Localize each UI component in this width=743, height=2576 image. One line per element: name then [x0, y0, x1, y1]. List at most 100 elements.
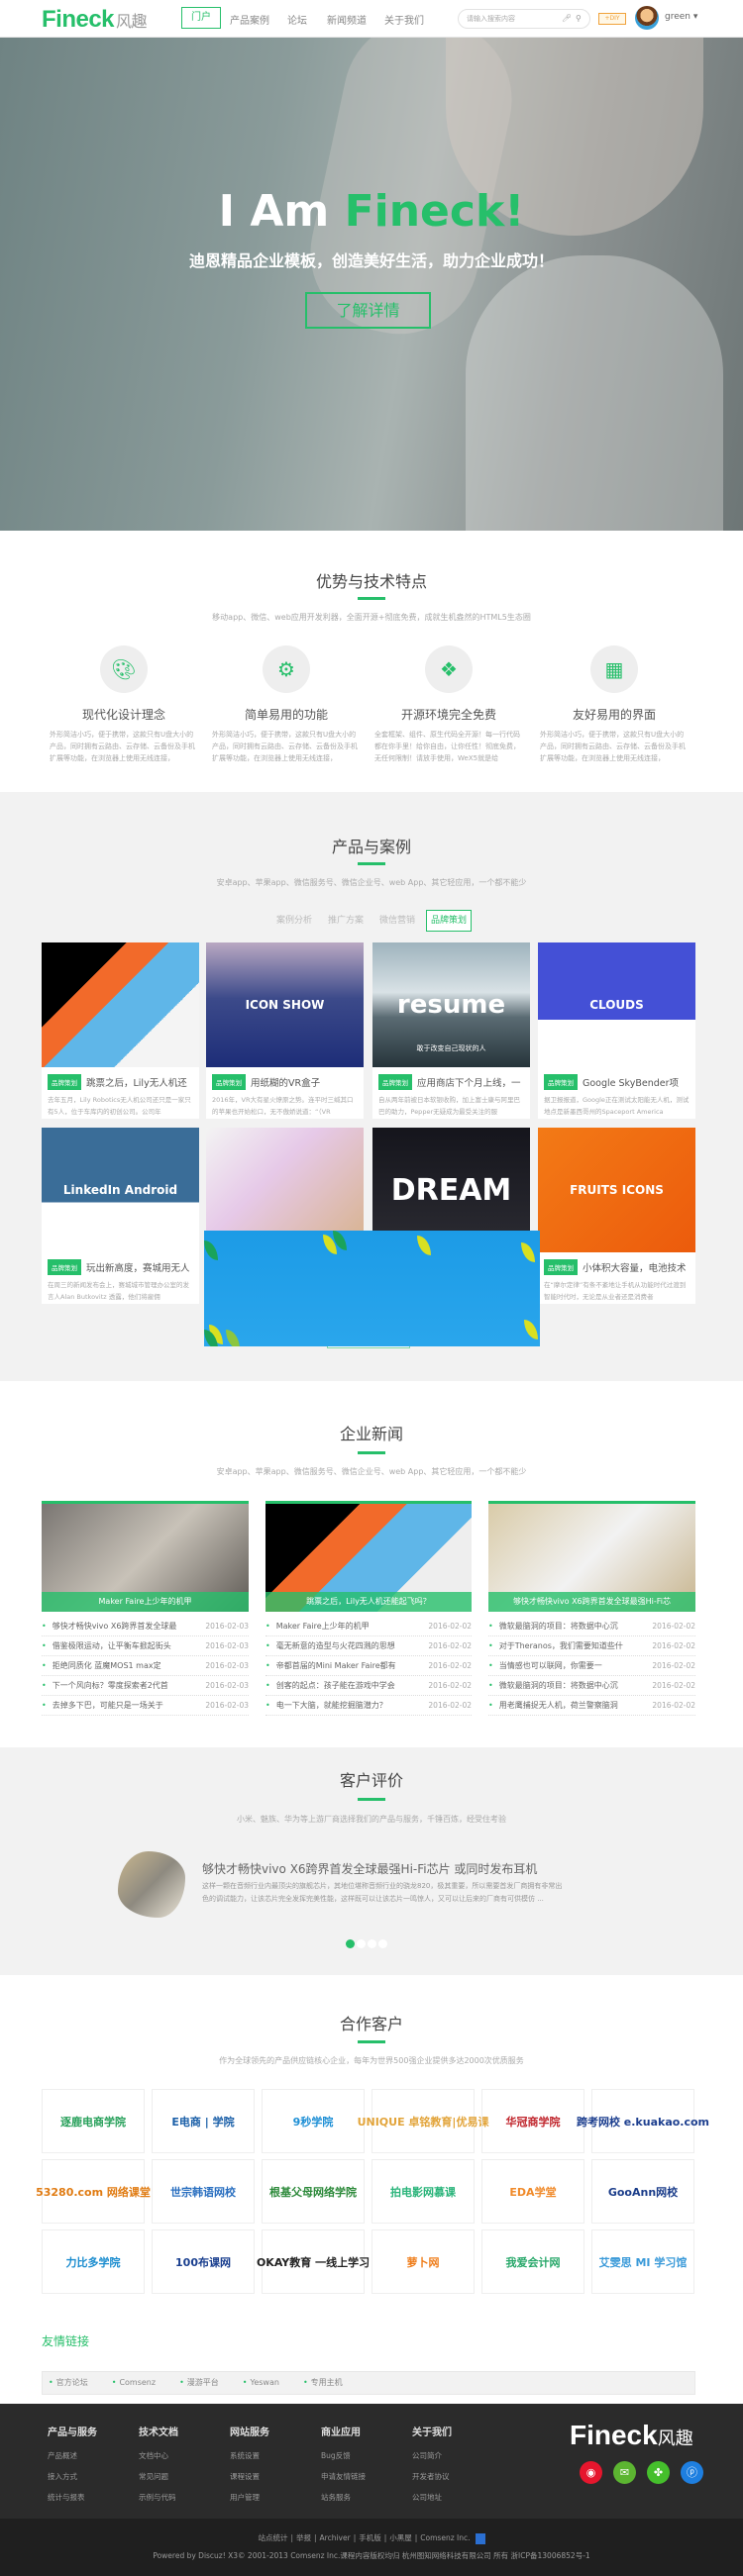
news-title-text[interactable]: 拒绝同质化 蓝魔MOS1 max定	[53, 1661, 161, 1670]
tag-badge[interactable]: 品牌策划	[378, 1074, 412, 1090]
news-caption[interactable]: 跳票之后，Lily无人机还能起飞吗？	[265, 1592, 472, 1612]
friend-link-text[interactable]: Yeswan	[251, 2378, 279, 2387]
news-title-text[interactable]: 下一个风向标？零度探索者2代首	[53, 1681, 168, 1690]
partner-logo[interactable]: 跨考网校 e.kuakao.com	[577, 2089, 709, 2153]
nav-forum[interactable]: 论坛	[287, 12, 307, 27]
user-menu[interactable]: green ▾	[665, 12, 697, 22]
friend-link-text[interactable]: 官方论坛	[56, 2378, 88, 2387]
news-title[interactable]: • 拒绝同质化 蓝魔MOS1 max定	[42, 1656, 205, 1675]
partner-logo[interactable]: 我爱会计网	[481, 2229, 584, 2294]
ad-overlay-banner[interactable]	[204, 1231, 540, 1346]
tab-3[interactable]: 品牌策划	[426, 910, 473, 932]
product-card[interactable]: resume 敢于改变自己现状的人 品牌策划 应用商店下个月上线，一 自从两年前被日本软…	[372, 942, 530, 1119]
weibo-icon[interactable]: ◉	[580, 2461, 602, 2484]
partner-logo[interactable]: 力比多学院	[42, 2229, 145, 2294]
news-title[interactable]: • 够快才畅快vivo X6跨界首发全球最	[42, 1617, 205, 1635]
footer-link[interactable]: 公司简介	[412, 2450, 452, 2471]
card-title[interactable]: Google SkyBender项	[583, 1075, 679, 1089]
news-item[interactable]: • 拒绝同质化 蓝魔MOS1 max定 2016-02-03	[42, 1656, 249, 1676]
bottom-link[interactable]: Comsenz Inc.	[420, 2533, 470, 2542]
card-title[interactable]: 用纸糊的VR盒子	[251, 1075, 320, 1089]
friend-link-text[interactable]: 漫游平台	[187, 2378, 219, 2387]
news-title[interactable]: • 去掉多下巴，可能只是一场关于	[42, 1696, 205, 1715]
partner-logo[interactable]: 拍电影网慕课	[372, 2159, 475, 2224]
friend-link[interactable]: • 专用主机	[303, 2378, 355, 2387]
friend-link-text[interactable]: 专用主机	[311, 2378, 343, 2387]
news-item[interactable]: • 下一个风向标？零度探索者2代首 2016-02-03	[42, 1676, 249, 1696]
news-item[interactable]: • 毫无新意的造型与火花四溅的思想 2016-02-02	[265, 1636, 472, 1656]
news-title[interactable]: • Maker Faire上少年的机甲	[265, 1617, 428, 1635]
learn-more-button[interactable]: 了解详情	[305, 292, 431, 329]
news-title-text[interactable]: Maker Faire上少年的机甲	[276, 1622, 370, 1631]
clover-icon[interactable]: ✤	[647, 2461, 670, 2484]
partner-logo[interactable]: 9秒学院	[262, 2089, 365, 2153]
product-image[interactable]: LinkedIn Android Home & Profile screens	[42, 1128, 199, 1252]
bottom-link[interactable]: Archiver	[320, 2533, 351, 2542]
news-title-text[interactable]: 对于Theranos，我们需要知道些什	[499, 1641, 623, 1650]
news-title[interactable]: • 当情感也可以联网，你需要一	[488, 1656, 652, 1675]
partner-logo[interactable]: 华冠商学院	[481, 2089, 584, 2153]
tab-0[interactable]: 案例分析	[271, 910, 317, 932]
tencent-weibo-icon[interactable]: ⓟ	[681, 2461, 703, 2484]
product-image[interactable]	[42, 942, 199, 1067]
nav-portal[interactable]: 门户	[181, 7, 221, 29]
news-title-text[interactable]: 帝都首届的Mini Maker Faire都有	[276, 1661, 396, 1670]
card-title[interactable]: 应用商店下个月上线，一	[417, 1075, 521, 1089]
card-title[interactable]: 跳票之后，Lily无人机还	[86, 1075, 187, 1089]
tag-badge[interactable]: 品牌策划	[48, 1074, 81, 1090]
footer-link[interactable]: Bug反馈	[321, 2450, 366, 2471]
tag-badge[interactable]: 品牌策划	[544, 1259, 578, 1275]
footer-link[interactable]: 开发者协议	[412, 2471, 452, 2492]
partner-logo[interactable]: 艾雯思 MI 学习馆	[591, 2229, 694, 2294]
product-card[interactable]: LinkedIn Android Home & Profile screens 品牌…	[42, 1128, 199, 1304]
carousel-dot[interactable]	[357, 1939, 366, 1948]
friend-link[interactable]: • 官方论坛	[49, 2378, 100, 2387]
news-caption[interactable]: Maker Faire上少年的机甲	[42, 1592, 249, 1612]
nav-news[interactable]: 新闻频道	[327, 12, 367, 27]
news-title-text[interactable]: 毫无新意的造型与火花四溅的思想	[276, 1641, 395, 1650]
card-title[interactable]: 小体积大容量，电池技术	[583, 1260, 687, 1274]
product-card[interactable]: CLOUDS 品牌策划 Google SkyBender项 据卫报报道，Google正…	[538, 942, 695, 1119]
footer-link[interactable]: 站务服务	[321, 2492, 366, 2513]
news-title-text[interactable]: 微软最脑洞的项目：将数据中心沉	[499, 1681, 618, 1690]
news-title[interactable]: • 毫无新意的造型与火花四溅的思想	[265, 1636, 428, 1655]
bottom-link[interactable]: 手机版	[359, 2533, 381, 2542]
news-title[interactable]: • 对于Theranos，我们需要知道些什	[488, 1636, 652, 1655]
tag-badge[interactable]: 品牌策划	[212, 1074, 246, 1090]
news-title[interactable]: • 用老鹰捕捉无人机，荷兰警察脑洞	[488, 1696, 652, 1715]
partner-logo[interactable]: OKAY教育 一线上学习	[257, 2229, 370, 2294]
news-image[interactable]: 跳票之后，Lily无人机还能起飞吗？	[265, 1501, 472, 1612]
partner-logo[interactable]: 根基父母网络学院	[262, 2159, 365, 2224]
friend-link[interactable]: • 漫游平台	[179, 2378, 231, 2387]
bottom-link[interactable]: 站点统计	[258, 2533, 287, 2542]
footer-link[interactable]: 公司地址	[412, 2492, 452, 2513]
partner-logo[interactable]: 53280.com 网络课堂	[36, 2159, 151, 2224]
partner-logo[interactable]: UNIQUE 卓铭教育|优易课	[358, 2089, 488, 2153]
diy-button[interactable]: +DIY	[598, 13, 626, 25]
news-item[interactable]: • 微软最脑洞的项目：将数据中心沉 2016-02-02	[488, 1676, 695, 1696]
footer-link[interactable]: 产品概述	[48, 2450, 97, 2471]
news-title-text[interactable]: 创客的起点：孩子能在游戏中学会	[276, 1681, 395, 1690]
footer-link[interactable]: 用户管理	[230, 2492, 269, 2513]
search-input[interactable]: 请输入搜索内容 🎤︎ ⚲	[458, 9, 590, 29]
wechat-icon[interactable]: ✉	[613, 2461, 636, 2484]
news-title-text[interactable]: 电一下大脑，就能挖掘脑潜力？	[276, 1701, 387, 1710]
friend-link[interactable]: • Yeswan	[243, 2378, 291, 2387]
product-card[interactable]: FRUITS ICONS 品牌策划 小体积大容量，电池技术 在“摩尔定律”有条不紊地让…	[538, 1128, 695, 1304]
product-image[interactable]: CLOUDS	[538, 942, 695, 1067]
microphone-icon[interactable]: 🎤︎	[562, 10, 572, 28]
partner-logo[interactable]: E电商 | 学院	[152, 2089, 255, 2153]
tab-1[interactable]: 推广方案	[323, 910, 369, 932]
news-caption[interactable]: 够快才畅快vivo X6跨界首发全球最强Hi-Fi芯	[488, 1592, 695, 1612]
news-item[interactable]: • 电一下大脑，就能挖掘脑潜力？ 2016-02-02	[265, 1696, 472, 1716]
search-icon[interactable]: ⚲	[576, 10, 582, 28]
carousel-dot[interactable]	[346, 1939, 355, 1948]
carousel-dot[interactable]	[368, 1939, 376, 1948]
news-item[interactable]: • 借鉴极限运动，让平衡车掀起街头 2016-02-03	[42, 1636, 249, 1656]
footer-link[interactable]: 申请友情链接	[321, 2471, 366, 2492]
card-title[interactable]: 玩出新高度，赛城用无人	[86, 1260, 190, 1274]
news-item[interactable]: • 创客的起点：孩子能在游戏中学会 2016-02-02	[265, 1676, 472, 1696]
footer-link[interactable]: 系统设置	[230, 2450, 269, 2471]
news-title[interactable]: • 创客的起点：孩子能在游戏中学会	[265, 1676, 428, 1695]
news-title-text[interactable]: 够快才畅快vivo X6跨界首发全球最	[53, 1622, 177, 1631]
